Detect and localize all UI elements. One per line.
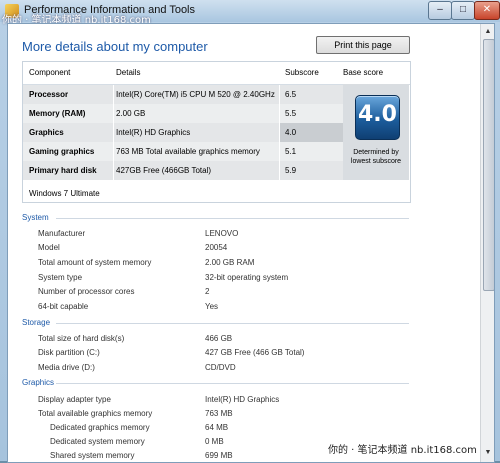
graphics-value: Intel(R) HD Graphics	[205, 395, 280, 404]
performance-window: Performance Information and Tools 你的 · 笔…	[0, 0, 500, 463]
details-cell: 427GB Free (466GB Total)	[116, 166, 212, 175]
column-divider	[279, 85, 280, 180]
header-base-score: Base score	[343, 68, 384, 77]
system-key: Number of processor cores	[38, 287, 135, 296]
base-score-panel: 4.0 Determined by lowest subscore	[343, 84, 409, 180]
watermark-bottom: 你的 · 笔记本频道 nb.it168.com	[328, 445, 477, 456]
base-caption-line: lowest subscore	[350, 158, 402, 165]
system-key: Model	[38, 243, 60, 252]
page-title: More details about my computer	[22, 39, 208, 54]
score-table: Component Details Subscore Base score Pr…	[22, 61, 411, 203]
component-cell: Processor	[29, 90, 69, 99]
table-row: Graphics Intel(R) HD Graphics 4.0	[23, 123, 343, 143]
graphics-key: Display adapter type	[38, 395, 111, 404]
close-button[interactable]: ✕	[474, 1, 500, 20]
scrollbar-thumb[interactable]	[483, 39, 494, 291]
details-cell: Intel(R) HD Graphics	[116, 128, 191, 137]
graphics-key: Dedicated system memory	[50, 437, 145, 446]
maximize-button[interactable]: □	[451, 1, 475, 20]
graphics-value: 64 MB	[205, 423, 229, 432]
component-cell: Memory (RAM)	[29, 109, 86, 118]
system-value: 2	[205, 287, 210, 296]
section-heading-system: System	[22, 213, 49, 222]
graphics-value: 699 MB	[205, 451, 233, 460]
os-edition: Windows 7 Ultimate	[29, 189, 100, 198]
scroll-down-arrow-icon[interactable]: ▼	[482, 446, 494, 459]
base-score-caption: Determined by lowest subscore	[343, 148, 409, 166]
base-score-badge: 4.0	[355, 95, 400, 140]
section-heading-graphics: Graphics	[22, 378, 55, 387]
system-value: 20054	[205, 243, 228, 252]
graphics-value: 763 MB	[205, 409, 233, 418]
storage-value: CD/DVD	[205, 363, 236, 372]
table-row: Gaming graphics 763 MB Total available g…	[23, 142, 343, 162]
system-value: 2.00 GB RAM	[205, 258, 255, 267]
table-row: Processor Intel(R) Core(TM) i5 CPU M 520…	[23, 85, 343, 105]
system-key: Total amount of system memory	[38, 258, 152, 267]
table-header: Component Details Subscore Base score	[23, 62, 410, 85]
details-cell: 2.00 GB	[116, 109, 146, 118]
base-score-value: 4.0	[358, 102, 397, 127]
system-key: System type	[38, 273, 83, 282]
details-cell: Intel(R) Core(TM) i5 CPU M 520 @ 2.40GHz	[116, 90, 275, 99]
header-subscore: Subscore	[285, 68, 319, 77]
section-divider	[56, 323, 409, 324]
component-cell: Graphics	[29, 128, 64, 137]
details-cell: 763 MB Total available graphics memory	[116, 147, 260, 156]
storage-value: 427 GB Free (466 GB Total)	[205, 348, 305, 357]
storage-key: Disk partition (C:)	[38, 348, 100, 357]
storage-key: Total size of hard disk(s)	[38, 334, 125, 343]
system-key: Manufacturer	[38, 229, 86, 238]
table-row: Memory (RAM) 2.00 GB 5.5	[23, 104, 343, 124]
subscore-cell: 5.9	[285, 166, 297, 175]
subscore-cell: 5.1	[285, 147, 297, 156]
component-cell: Gaming graphics	[29, 147, 95, 156]
title-bar[interactable]: Performance Information and Tools 你的 · 笔…	[0, 0, 500, 26]
section-divider	[56, 218, 409, 219]
print-button[interactable]: Print this page	[316, 36, 410, 54]
vertical-scrollbar[interactable]: ▲ ▼	[480, 24, 494, 462]
table-row: Primary hard disk 427GB Free (466GB Tota…	[23, 161, 343, 181]
subscore-cell: 6.5	[285, 90, 297, 99]
column-divider	[113, 85, 114, 180]
section-heading-storage: Storage	[22, 318, 51, 327]
graphics-key: Shared system memory	[50, 451, 135, 460]
graphics-key: Dedicated graphics memory	[50, 423, 150, 432]
storage-key: Media drive (D:)	[38, 363, 95, 372]
graphics-key: Total available graphics memory	[38, 409, 153, 418]
system-value: 32-bit operating system	[205, 273, 289, 282]
header-component: Component	[29, 68, 71, 77]
header-details: Details	[116, 68, 141, 77]
system-key: 64-bit capable	[38, 302, 89, 311]
subscore-cell: 4.0	[285, 128, 297, 137]
section-divider	[56, 383, 409, 384]
system-value: LENOVO	[205, 229, 239, 238]
storage-value: 466 GB	[205, 334, 233, 343]
scroll-up-arrow-icon[interactable]: ▲	[482, 25, 494, 38]
minimize-button[interactable]: –	[428, 1, 452, 20]
subscore-cell: 5.5	[285, 109, 297, 118]
system-value: Yes	[205, 302, 219, 311]
graphics-value: 0 MB	[205, 437, 224, 446]
base-caption-line: Determined by	[353, 149, 399, 156]
component-cell: Primary hard disk	[29, 166, 97, 175]
content-area: More details about my computer Print thi…	[7, 23, 495, 463]
